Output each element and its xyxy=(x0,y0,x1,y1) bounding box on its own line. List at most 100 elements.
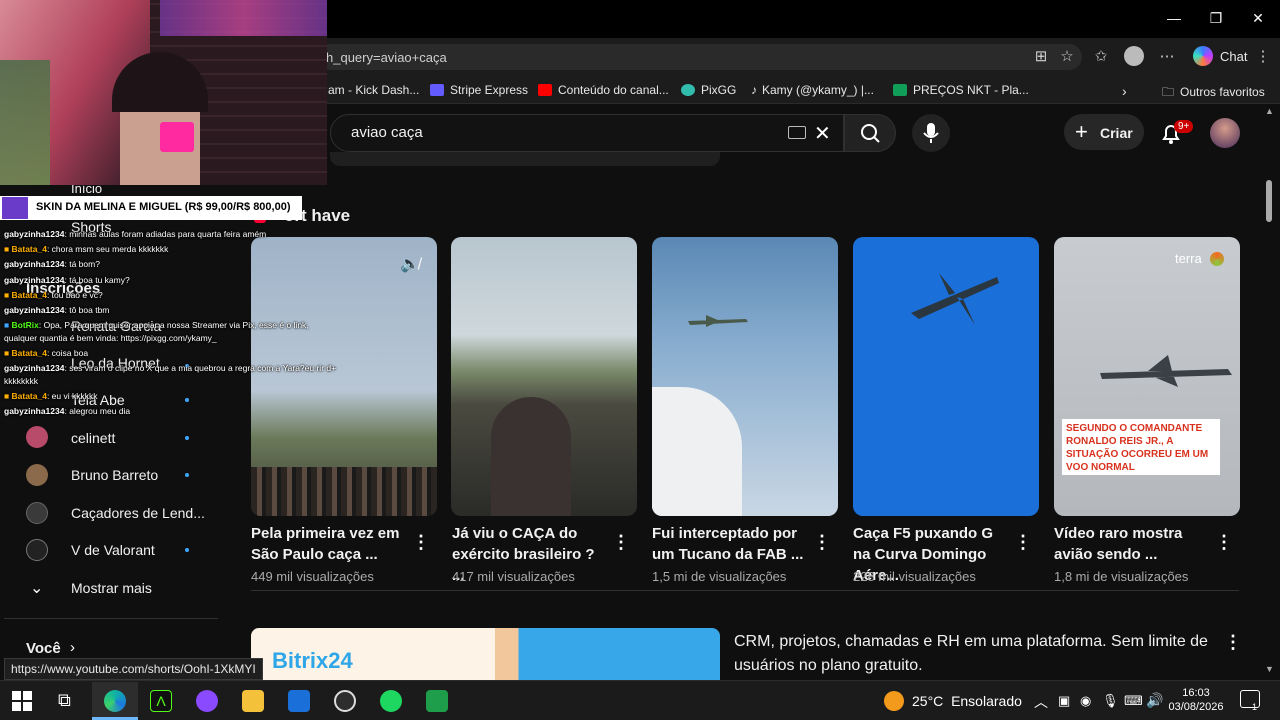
chat-message: ■ Batata_4: coisa boa xyxy=(4,348,89,358)
favorite-star-icon[interactable]: ☆ xyxy=(1058,48,1076,66)
search-icon xyxy=(861,124,880,143)
short-thumbnail[interactable] xyxy=(853,237,1039,516)
chevron-down-icon: ⌄ xyxy=(30,580,44,597)
bookmark-pixgg[interactable]: PixGG xyxy=(681,83,736,97)
sheets-icon xyxy=(893,84,907,96)
obs-icon[interactable] xyxy=(334,690,356,712)
create-label: Criar xyxy=(1100,125,1133,141)
short-thumbnail[interactable] xyxy=(451,237,637,516)
voice-search-button[interactable] xyxy=(912,114,950,152)
sidebar-sub-bruno[interactable]: Bruno Barreto xyxy=(71,467,158,483)
bookmarks-chevron-icon[interactable]: › xyxy=(1122,83,1127,99)
avatar xyxy=(26,502,48,524)
system-clock[interactable]: 16:03 03/08/2026 xyxy=(1168,686,1224,714)
copilot-chat-button[interactable]: Chat xyxy=(1220,49,1247,64)
keyboard-icon[interactable] xyxy=(788,126,806,139)
stripe-icon xyxy=(430,84,444,96)
short-title[interactable]: Vídeo raro mostra avião sendo ... xyxy=(1054,523,1209,565)
tray-chevron-icon[interactable]: ︿ xyxy=(1034,692,1048,712)
chat-message: gabyzinha1234: minhas aulas foram adiada… xyxy=(4,229,267,239)
microphone-tray-icon[interactable]: 🎙 xyxy=(1102,693,1119,709)
avatar xyxy=(26,426,48,448)
task-view-icon[interactable]: ⧉ xyxy=(58,690,71,711)
more-actions-icon[interactable]: ⋮ xyxy=(813,532,831,552)
stream-chat-overlay xyxy=(0,188,330,418)
sidebar-voce[interactable]: Você xyxy=(26,640,61,657)
chat-message: ■ BotRix: Opa, Para quem quiser apoiar a… xyxy=(4,320,309,330)
camera-icon[interactable]: ◉ xyxy=(1080,693,1091,709)
minimize-icon[interactable]: — xyxy=(1164,8,1184,28)
short-title[interactable]: Pela primeira vez em São Paulo caça ... xyxy=(251,523,406,565)
section-divider xyxy=(251,590,1239,591)
weather-widget[interactable]: 25°C Ensolarado xyxy=(912,693,1022,709)
search-button[interactable] xyxy=(844,114,896,152)
avatar xyxy=(26,539,48,561)
show-more-button[interactable]: Mostrar mais xyxy=(71,580,152,596)
chat-message: qualquer quantia é bem vinda: https://pi… xyxy=(4,333,217,343)
bookmark-sheets[interactable]: PREÇOS NKT - Pla... xyxy=(893,83,1029,97)
sidebar-more-icon[interactable]: ⋮ xyxy=(1254,48,1272,66)
apps-icon[interactable]: ⊞ xyxy=(1032,48,1050,66)
tray-app-icon[interactable]: ▣ xyxy=(1058,693,1070,709)
more-actions-icon[interactable]: ⋮ xyxy=(412,532,430,552)
more-options-icon[interactable]: ⋯ xyxy=(1158,48,1176,66)
copilot-icon[interactable] xyxy=(1193,46,1213,66)
spotify-icon[interactable] xyxy=(380,690,402,712)
chevron-right-icon: › xyxy=(70,639,75,656)
profile-icon[interactable] xyxy=(1124,46,1144,66)
file-explorer-icon[interactable] xyxy=(242,690,264,712)
more-actions-icon[interactable]: ⋮ xyxy=(1014,532,1032,552)
outlook-icon[interactable] xyxy=(288,690,310,712)
chat-message: gabyzinha1234: tá bom? xyxy=(4,259,100,269)
close-window-icon[interactable]: ✕ xyxy=(1248,8,1268,28)
scroll-up-icon[interactable]: ▲ xyxy=(1265,106,1274,116)
more-actions-icon[interactable]: ⋮ xyxy=(612,532,630,552)
url-text: h_query=aviao+caça xyxy=(326,50,447,65)
bookmark-youtube-studio[interactable]: Conteúdo do canal... xyxy=(538,83,669,97)
favorites-icon[interactable]: ✩ xyxy=(1092,48,1110,66)
ad-title[interactable]: CRM, projetos, chamadas e RH em uma plat… xyxy=(734,630,1214,678)
new-content-dot xyxy=(185,436,189,440)
sheets-app-icon[interactable] xyxy=(426,690,448,712)
bookmark-stripe[interactable]: Stripe Express xyxy=(430,83,528,97)
tiktok-icon: ♪ xyxy=(751,83,757,97)
ad-more-actions-icon[interactable]: ⋮ xyxy=(1224,632,1242,652)
jet-image xyxy=(1100,355,1232,387)
short-views: 228 mil visualizações xyxy=(853,569,976,584)
plus-icon: + xyxy=(1075,119,1088,144)
scroll-down-icon[interactable]: ▼ xyxy=(1265,664,1274,674)
f5-jet-image xyxy=(911,273,999,325)
chat-message: gabyzinha1234: tô boa tbm xyxy=(4,305,110,315)
short-views: 1,5 mi de visualizações xyxy=(652,569,787,584)
mute-icon[interactable]: 🔈̸ xyxy=(400,254,420,274)
account-avatar[interactable] xyxy=(1210,118,1240,148)
chat-message: ■ Batata_4: tou bao e vc? xyxy=(4,290,103,300)
new-content-dot xyxy=(185,473,189,477)
new-content-dot xyxy=(185,548,189,552)
sidebar-sub-vdevalorant[interactable]: V de Valorant xyxy=(71,542,155,558)
sidebar-sub-celinett[interactable]: celinett xyxy=(71,430,115,446)
light-strip-image xyxy=(160,0,327,36)
short-views: 449 mil visualizações xyxy=(251,569,374,584)
clear-search-icon[interactable]: ✕ xyxy=(814,121,831,146)
maximize-icon[interactable]: ❐ xyxy=(1206,8,1226,28)
microphone-icon xyxy=(923,123,939,143)
volume-icon[interactable]: 🔊 xyxy=(1146,692,1163,709)
more-actions-icon[interactable]: ⋮ xyxy=(1215,532,1233,552)
network-icon[interactable]: ⌨ xyxy=(1124,693,1143,709)
other-favorites[interactable]: 🗀 Outros favoritos xyxy=(1162,83,1265,104)
kick-app-icon[interactable]: Λ xyxy=(150,690,172,712)
short-thumbnail[interactable] xyxy=(652,237,838,516)
notification-count: 1 xyxy=(1252,702,1258,712)
bookmark-kick[interactable]: am - Kick Dash... xyxy=(328,83,419,97)
bookmark-tiktok[interactable]: ♪ Kamy (@ykamy_) |... xyxy=(751,83,874,97)
discord-icon[interactable] xyxy=(196,690,218,712)
crowd-image xyxy=(491,397,571,516)
crowd-image xyxy=(251,467,437,516)
short-title[interactable]: Fui interceptado por um Tucano da FAB ..… xyxy=(652,523,807,565)
sidebar-divider xyxy=(4,618,218,619)
sidebar-sub-cacadores[interactable]: Caçadores de Lend... xyxy=(71,505,205,521)
short-thumbnail[interactable]: SEGUNDO O COMANDANTE RONALDO REIS JR., A… xyxy=(1054,237,1240,516)
scrollbar-thumb[interactable] xyxy=(1266,180,1272,222)
windows-start-icon[interactable] xyxy=(12,691,32,711)
